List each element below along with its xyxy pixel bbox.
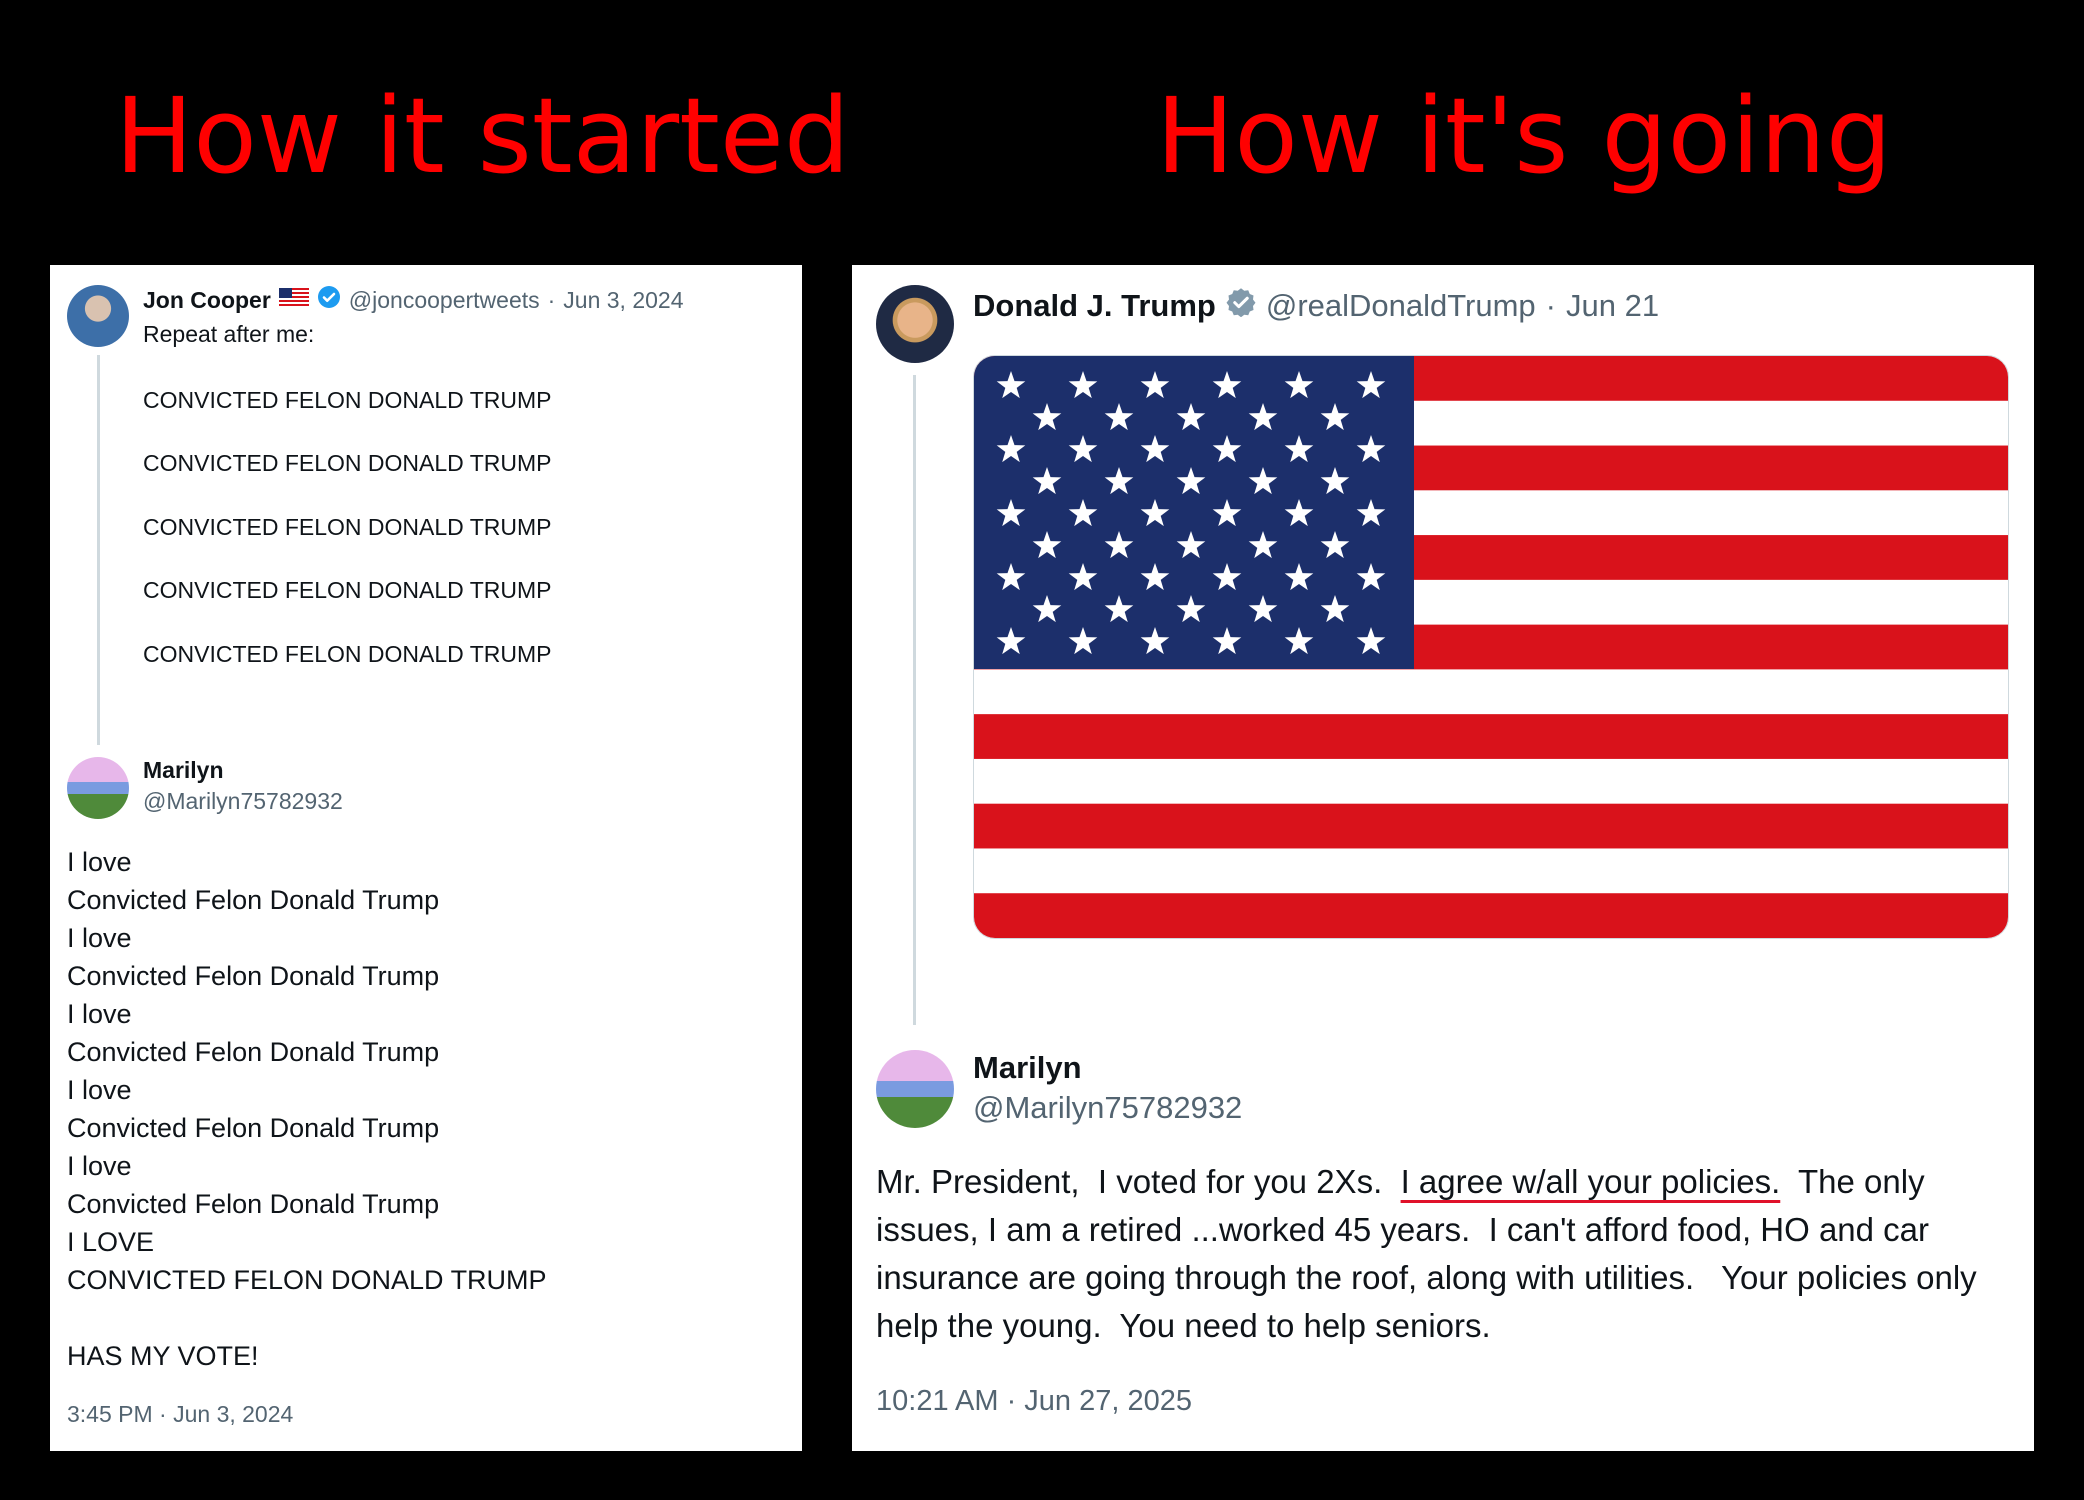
reply-line: Convicted Felon Donald Trump: [67, 1113, 440, 1143]
reply-author-name[interactable]: Marilyn: [143, 757, 224, 784]
reply-line: I love: [67, 923, 132, 953]
post-date[interactable]: Jun 21: [1566, 288, 1659, 324]
donald-trump-avatar[interactable]: [876, 285, 954, 363]
reply-author-handle[interactable]: @Marilyn75782932: [143, 788, 343, 815]
reply-line: I love: [67, 999, 132, 1029]
repeated-line: CONVICTED FELON DONALD TRUMP: [143, 577, 552, 603]
reply-text-highlight: I agree w/all your policies.: [1400, 1163, 1781, 1200]
repeated-line: CONVICTED FELON DONALD TRUMP: [143, 514, 552, 540]
thread-line: [913, 375, 916, 1025]
american-flag-image[interactable]: [973, 355, 2009, 939]
gray-verified-badge-icon: [1226, 287, 1256, 325]
thread-line: [97, 355, 100, 745]
reply-line: Convicted Felon Donald Trump: [67, 885, 440, 915]
reply-line: CONVICTED FELON DONALD TRUMP: [67, 1265, 547, 1295]
author-handle[interactable]: @joncoopertweets: [349, 287, 540, 314]
reply-line: I love: [67, 847, 132, 877]
author-handle[interactable]: @realDonaldTrump: [1266, 288, 1536, 324]
separator-dot: ·: [547, 286, 556, 313]
heading-how-its-going: How it's going: [1156, 75, 1892, 197]
reply-line: HAS MY VOTE!: [67, 1341, 259, 1371]
reply-author-handle[interactable]: @Marilyn75782932: [973, 1090, 1242, 1126]
reply-line: Convicted Felon Donald Trump: [67, 1037, 440, 1067]
right-tweet-screenshot: Donald J. Trump @realDonaldTrump · Jun 2…: [852, 265, 2034, 1451]
marilyn-avatar[interactable]: [67, 757, 129, 819]
author-name[interactable]: Donald J. Trump: [973, 288, 1216, 324]
tweet-header: Donald J. Trump @realDonaldTrump · Jun 2…: [973, 287, 1659, 325]
marilyn-avatar[interactable]: [876, 1050, 954, 1128]
separator-dot: ·: [1545, 288, 1556, 323]
post-date[interactable]: Jun 3, 2024: [563, 287, 683, 314]
reply-line: I love: [67, 1075, 132, 1105]
reply-line: Convicted Felon Donald Trump: [67, 961, 440, 991]
reply-timestamp[interactable]: 3:45 PM · Jun 3, 2024: [67, 1401, 293, 1428]
left-tweet-screenshot: Jon Cooper @joncoopertweets · Jun 3, 202…: [50, 265, 802, 1451]
reply-text: Mr. President, I voted for you 2Xs. I ag…: [876, 1158, 2016, 1350]
american-flag-icon: [974, 356, 2008, 938]
repeated-line: CONVICTED FELON DONALD TRUMP: [143, 641, 552, 667]
us-flag-emoji-icon: [278, 287, 309, 314]
author-name[interactable]: Jon Cooper: [143, 287, 271, 314]
tweet-header: Jon Cooper @joncoopertweets · Jun 3, 202…: [143, 285, 684, 315]
reply-line: Convicted Felon Donald Trump: [67, 1189, 440, 1219]
reply-line: I LOVE: [67, 1227, 155, 1257]
repeated-line: CONVICTED FELON DONALD TRUMP: [143, 450, 552, 476]
reply-timestamp[interactable]: 10:21 AM · Jun 27, 2025: [876, 1385, 1192, 1418]
repeated-line: CONVICTED FELON DONALD TRUMP: [143, 387, 552, 413]
reply-author-name[interactable]: Marilyn: [973, 1050, 1082, 1086]
reply-text-start: Mr. President, I voted for you 2Xs.: [876, 1163, 1401, 1200]
blue-verified-badge-icon: [317, 285, 341, 315]
jon-cooper-avatar[interactable]: [67, 285, 129, 347]
reply-line: I love: [67, 1151, 132, 1181]
post-text-intro: Repeat after me:: [143, 321, 315, 347]
heading-how-it-started: How it started: [115, 75, 850, 197]
